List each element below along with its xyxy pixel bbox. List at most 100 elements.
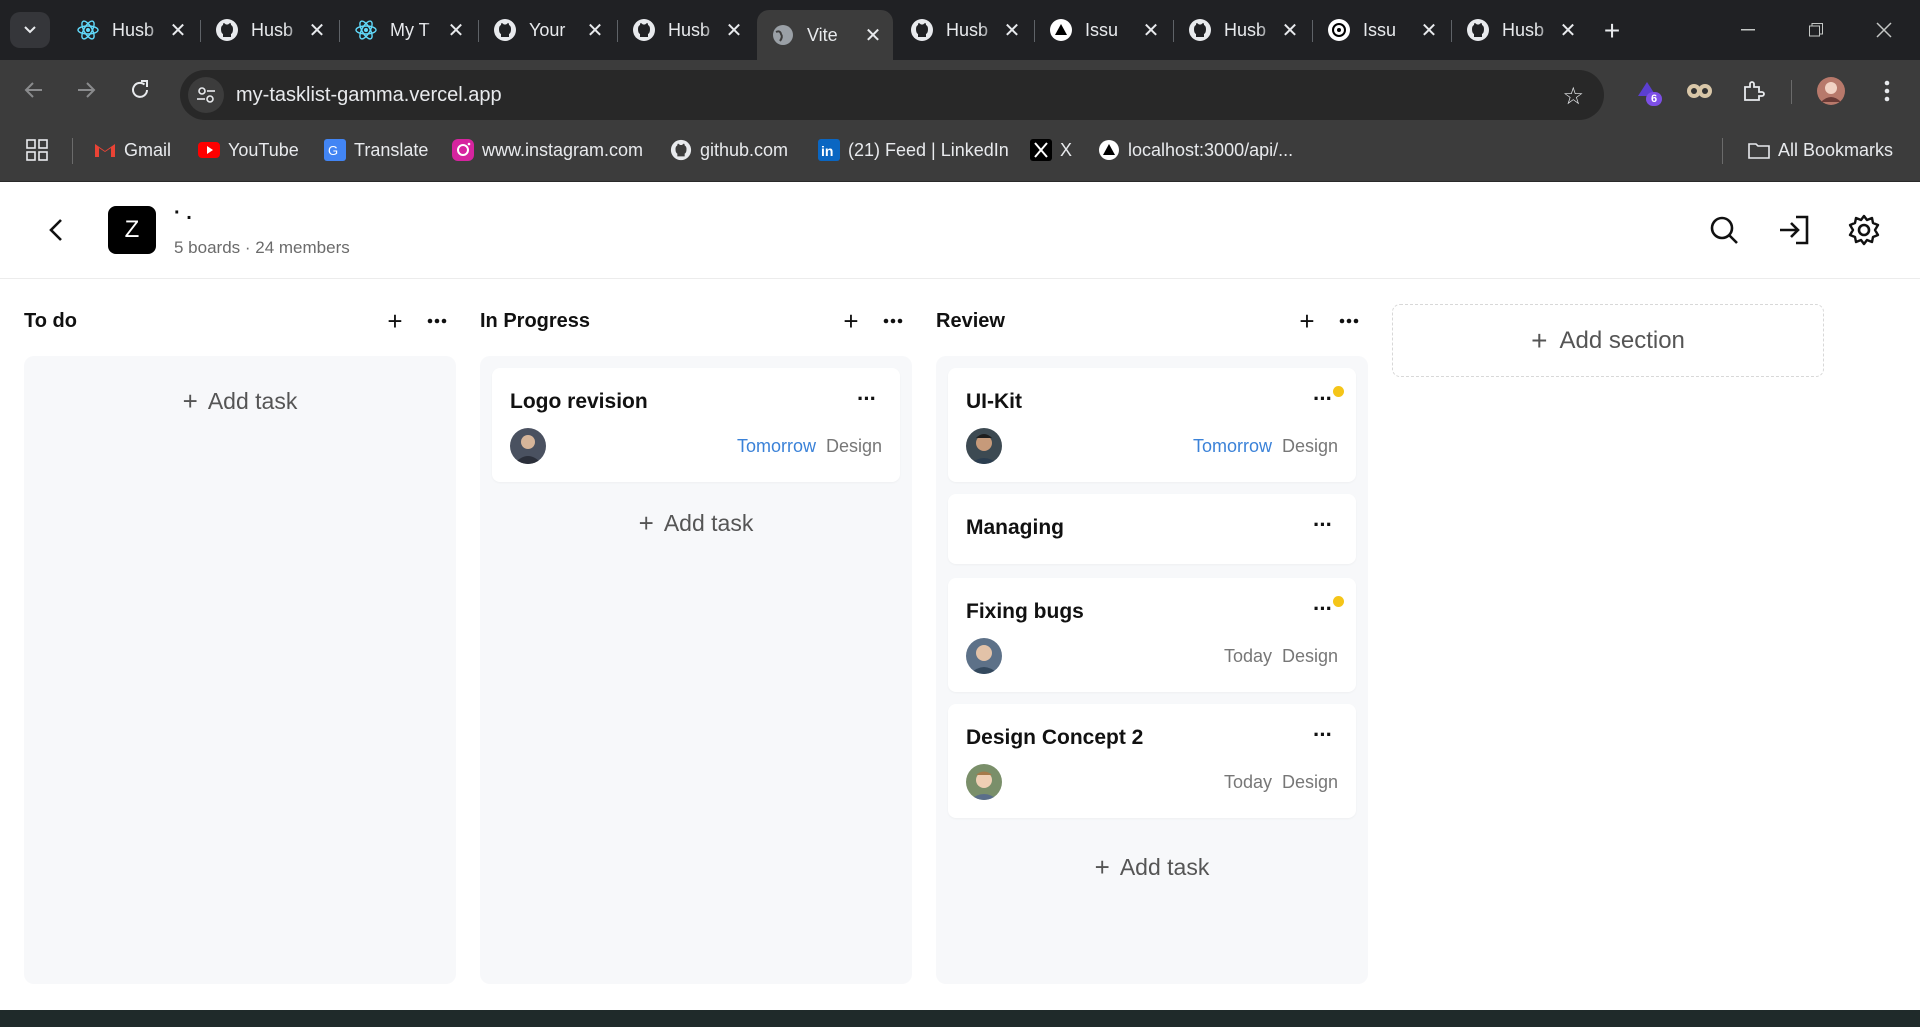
github-icon <box>632 18 656 42</box>
back-button[interactable] <box>38 212 74 248</box>
column-menu-button[interactable] <box>422 306 452 336</box>
url-text[interactable]: my-tasklist-gamma.vercel.app <box>236 84 502 107</box>
notification-dot <box>1333 596 1344 607</box>
task-menu-button[interactable]: ··· <box>1313 512 1333 538</box>
minimize-button[interactable] <box>1728 12 1768 48</box>
task-card[interactable]: Logo revision ··· Tomorrow Design <box>492 368 900 482</box>
tab-title: Husb <box>946 19 989 40</box>
bookmarks-bar: Gmail YouTube G Translate www.instagram.com g… <box>0 120 1920 182</box>
tab-close-icon[interactable]: ✕ <box>1141 18 1161 43</box>
task-tag: Design <box>1281 436 1338 456</box>
browser-tab[interactable]: Issu ✕ <box>1035 8 1171 52</box>
apps-button[interactable] <box>26 136 48 164</box>
bookmark-item[interactable]: YouTube <box>198 136 299 164</box>
add-task-label: Add task <box>1119 854 1210 880</box>
task-card[interactable]: UI-Kit ··· Tomorrow Design <box>948 368 1356 482</box>
browser-menu-button[interactable] <box>1870 74 1904 108</box>
tab-close-icon[interactable]: ✕ <box>724 18 744 43</box>
new-tab-button[interactable]: + <box>1595 14 1629 48</box>
browser-tab[interactable]: Husb ✕ <box>1452 8 1588 52</box>
bookmark-item[interactable]: localhost:3000/api/... <box>1098 136 1293 164</box>
task-card[interactable]: Managing ··· <box>948 494 1356 564</box>
tab-title: Husb <box>251 19 294 40</box>
restore-button[interactable] <box>1796 12 1836 48</box>
task-title: UI-Kit <box>966 390 1022 413</box>
chevron-down-icon <box>24 26 36 34</box>
column-body: Logo revision ··· Tomorrow Design + Add t… <box>480 356 912 984</box>
tab-close-icon[interactable]: ✕ <box>307 18 327 43</box>
tab-close-icon[interactable]: ✕ <box>1558 18 1578 43</box>
column-menu-button[interactable] <box>878 306 908 336</box>
task-menu-button[interactable]: ··· <box>1313 722 1333 748</box>
tab-close-icon[interactable]: ✕ <box>863 23 883 48</box>
avatar <box>966 638 1002 674</box>
tab-close-icon[interactable]: ✕ <box>1280 18 1300 43</box>
bookmark-item[interactable]: www.instagram.com <box>452 136 643 164</box>
close-window-button[interactable] <box>1864 12 1904 48</box>
workspace-logo: Z <box>108 206 156 254</box>
forward-nav-button[interactable] <box>68 72 104 108</box>
board: To do + + Add task In Progress + Logo rev… <box>0 280 1920 1015</box>
search-button[interactable] <box>1706 212 1742 248</box>
tab-title: Husb <box>1224 19 1267 40</box>
tab-close-icon[interactable]: ✕ <box>585 18 605 43</box>
column-menu-button[interactable] <box>1334 306 1364 336</box>
github-icon <box>910 18 934 42</box>
task-menu-button[interactable]: ··· <box>1313 386 1333 412</box>
site-info-button[interactable] <box>188 77 224 113</box>
tab-close-icon[interactable]: ✕ <box>168 18 188 43</box>
column-add-button[interactable]: + <box>836 306 866 336</box>
tab-close-icon[interactable]: ✕ <box>1419 18 1439 43</box>
address-bar[interactable]: my-tasklist-gamma.vercel.app ☆ <box>180 70 1604 120</box>
back-nav-button[interactable] <box>16 72 52 108</box>
extensions-menu-button[interactable] <box>1736 74 1770 108</box>
add-task-button[interactable]: + Add task <box>480 508 912 539</box>
browser-tab[interactable]: Husb ✕ <box>201 8 337 52</box>
profile-avatar-icon <box>1817 77 1845 105</box>
reload-button[interactable] <box>122 72 158 108</box>
bookmark-item[interactable]: in (21) Feed | LinkedIn <box>818 136 1009 164</box>
column-add-button[interactable]: + <box>380 306 410 336</box>
tab-close-icon[interactable]: ✕ <box>446 18 466 43</box>
browser-tab[interactable]: Husb ✕ <box>618 8 754 52</box>
extension-eyes-button[interactable] <box>1682 74 1716 108</box>
login-button[interactable] <box>1776 212 1812 248</box>
bookmark-label: Gmail <box>124 139 172 160</box>
browser-tab[interactable]: Your ✕ <box>479 8 615 52</box>
task-menu-button[interactable]: ··· <box>857 386 877 412</box>
bookmark-item[interactable]: Gmail <box>94 136 171 164</box>
add-task-button[interactable]: + Add task <box>936 852 1368 883</box>
avatar <box>966 428 1002 464</box>
task-menu-button[interactable]: ··· <box>1313 596 1333 622</box>
task-card[interactable]: Design Concept 2 ··· Today Design <box>948 704 1356 818</box>
bookmark-star-icon[interactable]: ☆ <box>1562 82 1584 111</box>
task-tag: Design <box>1281 772 1338 792</box>
tab-title: Your <box>529 19 566 40</box>
tab-search-button[interactable] <box>10 12 50 48</box>
openai-icon <box>1327 18 1351 42</box>
column-add-button[interactable]: + <box>1292 306 1322 336</box>
browser-tab[interactable]: My T ✕ <box>340 8 476 52</box>
vercel-icon <box>1049 18 1073 42</box>
bookmark-item[interactable]: github.com <box>670 136 788 164</box>
extension-button[interactable]: 6 <box>1630 74 1664 108</box>
bookmark-item[interactable]: X <box>1030 136 1072 164</box>
profile-button[interactable] <box>1814 74 1848 108</box>
all-bookmarks-button[interactable]: All Bookmarks <box>1748 136 1893 164</box>
bookmark-label: localhost:3000/api/... <box>1128 139 1294 160</box>
browser-tab[interactable]: Issu ✕ <box>1313 8 1449 52</box>
tab-close-icon[interactable]: ✕ <box>1002 18 1022 43</box>
github-icon <box>670 139 692 161</box>
tab-title: My T <box>390 19 430 40</box>
add-task-button[interactable]: + Add task <box>24 386 456 417</box>
react-icon <box>354 18 378 42</box>
browser-tab[interactable]: Husb ✕ <box>896 8 1032 52</box>
task-card[interactable]: Fixing bugs ··· Today Design <box>948 578 1356 692</box>
svg-text:G: G <box>328 143 338 158</box>
browser-tab[interactable]: Vite ✕ <box>757 10 893 60</box>
settings-button[interactable] <box>1846 212 1882 248</box>
browser-tab[interactable]: Husb ✕ <box>1174 8 1310 52</box>
browser-tab[interactable]: Husb ✕ <box>62 8 198 52</box>
bookmark-item[interactable]: G Translate <box>324 136 428 164</box>
add-section-button[interactable]: + Add section <box>1392 304 1824 377</box>
